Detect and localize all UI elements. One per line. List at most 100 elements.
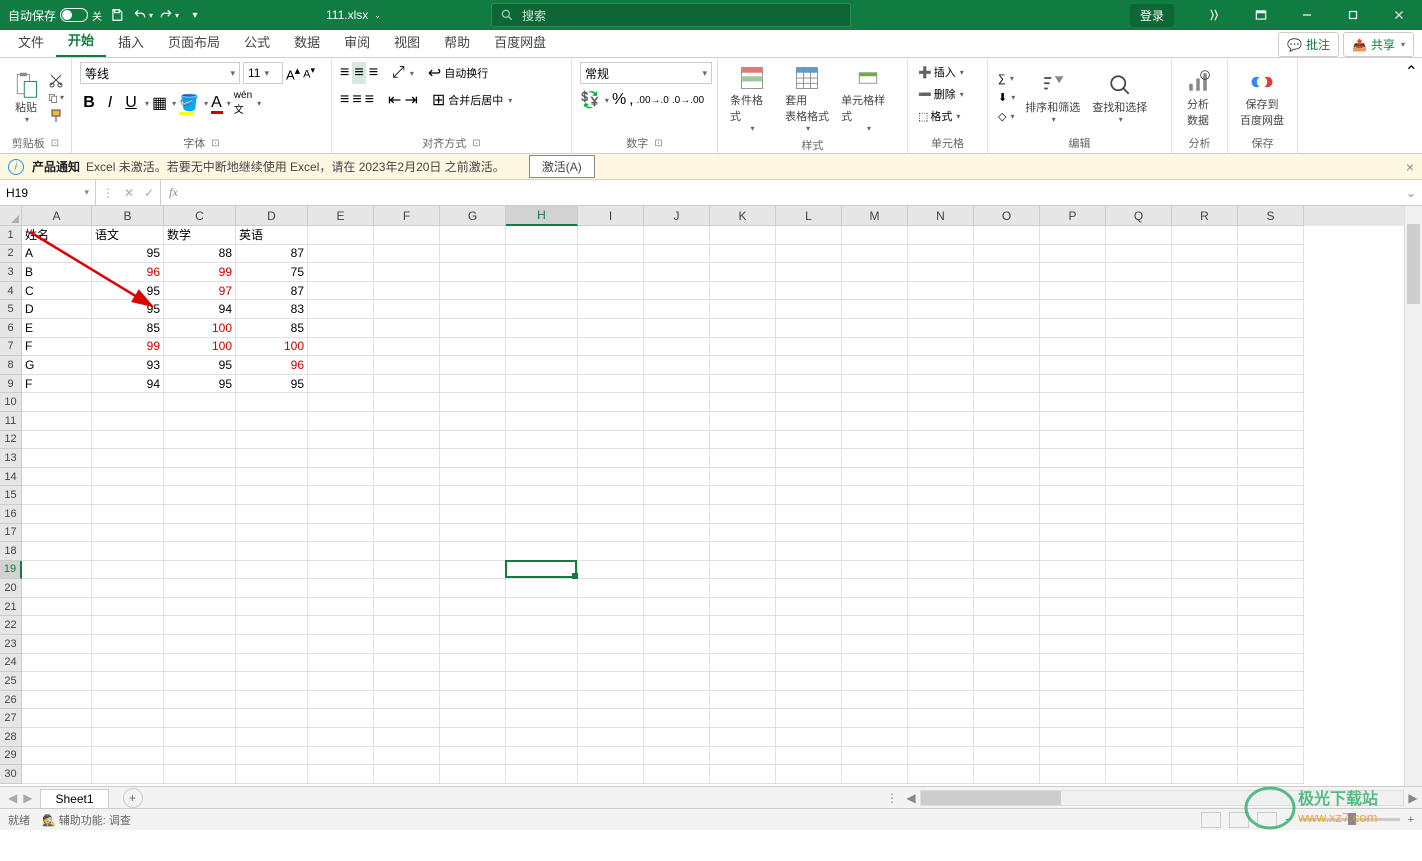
cell[interactable] [1172,431,1238,450]
cancel-formula-icon[interactable]: ✕ [124,186,134,200]
cell[interactable] [578,728,644,747]
cell[interactable] [776,319,842,338]
cell[interactable] [440,542,506,561]
cell[interactable] [1172,449,1238,468]
cell[interactable]: 95 [92,282,164,301]
undo-button[interactable]: ▾ [132,4,154,26]
cell[interactable]: 85 [92,319,164,338]
sheet-tab[interactable]: Sheet1 [40,789,108,808]
cell[interactable] [776,616,842,635]
cell[interactable] [1172,505,1238,524]
cell[interactable] [236,691,308,710]
cell[interactable] [92,691,164,710]
cell[interactable] [974,654,1040,673]
cell[interactable] [92,654,164,673]
orientation-icon[interactable]: ⤢ [392,64,405,82]
cell[interactable] [374,598,440,617]
cell[interactable] [308,765,374,784]
cell[interactable] [236,635,308,654]
cell[interactable] [974,375,1040,394]
column-header-G[interactable]: G [440,206,506,226]
cell[interactable] [1040,542,1106,561]
cell[interactable] [578,691,644,710]
cell[interactable] [506,412,578,431]
cell[interactable] [644,282,710,301]
cell[interactable] [578,765,644,784]
cell[interactable] [710,505,776,524]
cell[interactable] [578,598,644,617]
cell[interactable] [440,226,506,245]
cell[interactable] [974,709,1040,728]
cell[interactable] [1040,393,1106,412]
cell[interactable] [308,300,374,319]
cell[interactable] [1172,542,1238,561]
close-button[interactable] [1376,0,1422,30]
cell[interactable] [710,300,776,319]
row-header-17[interactable]: 17 [0,524,22,543]
row-headers[interactable]: 1234567891011121314151617181920212223242… [0,226,22,784]
align-launcher[interactable]: ⊡ [472,138,480,149]
cell[interactable] [644,226,710,245]
cell[interactable] [1172,245,1238,264]
copy-icon[interactable]: ▾ [48,90,64,106]
cell[interactable] [974,747,1040,766]
cell[interactable] [1106,598,1172,617]
fill-color-button[interactable]: 🪣 [179,93,199,113]
cell[interactable] [644,709,710,728]
cell[interactable] [440,338,506,357]
cell[interactable] [164,449,236,468]
column-header-E[interactable]: E [308,206,374,226]
align-top-icon[interactable]: ≡ [340,64,349,82]
cell[interactable] [908,505,974,524]
cell[interactable] [776,412,842,431]
cell[interactable] [644,728,710,747]
cell[interactable] [440,505,506,524]
cell[interactable] [974,635,1040,654]
sort-filter-button[interactable]: 排序和筛选▾ [1021,69,1084,126]
cell[interactable] [710,338,776,357]
cell[interactable] [1172,468,1238,487]
cell[interactable] [92,635,164,654]
vertical-scrollbar[interactable] [1404,206,1422,786]
cell[interactable] [578,542,644,561]
cell[interactable] [1040,616,1106,635]
cell[interactable] [644,524,710,543]
cell[interactable] [92,672,164,691]
cell[interactable] [1040,431,1106,450]
cell[interactable] [710,245,776,264]
cell[interactable] [374,505,440,524]
cell[interactable] [440,282,506,301]
cell[interactable] [974,263,1040,282]
qat-customize[interactable]: ▾ [184,4,206,26]
cell[interactable] [1238,226,1304,245]
cell[interactable] [776,561,842,580]
cell[interactable] [842,486,908,505]
cell[interactable] [506,765,578,784]
cell[interactable] [1238,672,1304,691]
cell[interactable] [1106,672,1172,691]
cell[interactable] [308,263,374,282]
cell[interactable] [776,226,842,245]
autosum-button[interactable]: ∑▾ [996,71,1017,87]
cell[interactable] [374,672,440,691]
cell[interactable] [710,542,776,561]
zoom-out-button[interactable]: − [1285,814,1291,826]
fill-button[interactable]: ⬇▾ [996,89,1017,106]
formula-input[interactable] [186,180,1400,205]
cell[interactable] [578,226,644,245]
cell[interactable] [644,431,710,450]
cell[interactable] [1172,747,1238,766]
cell[interactable]: 93 [92,356,164,375]
normal-view-button[interactable] [1201,812,1221,828]
cell[interactable] [1172,561,1238,580]
cell[interactable] [710,263,776,282]
zoom-slider[interactable] [1300,818,1400,821]
cell[interactable] [236,747,308,766]
cell[interactable] [1238,635,1304,654]
cell[interactable] [644,245,710,264]
cell[interactable] [506,542,578,561]
cells-area[interactable]: 姓名语文数学英语A958887B969975C959787D959483E851… [22,226,1404,786]
cell[interactable] [776,263,842,282]
cell[interactable] [92,524,164,543]
cell[interactable] [1040,449,1106,468]
